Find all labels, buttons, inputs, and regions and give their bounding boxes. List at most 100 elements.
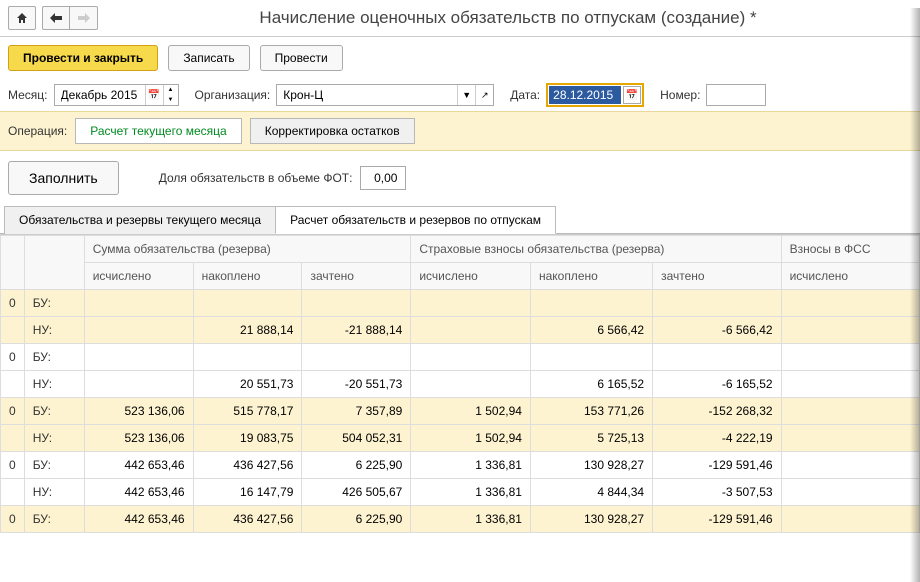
operation-label: Операция: xyxy=(8,124,67,138)
cell-value: 426 505,67 xyxy=(302,479,411,506)
calendar-icon[interactable]: 📅 xyxy=(623,86,641,104)
cell-value: 442 653,46 xyxy=(84,479,193,506)
cell-value xyxy=(781,506,919,533)
cell-value xyxy=(193,344,302,371)
month-input[interactable] xyxy=(55,85,145,105)
cell-value: 1 336,81 xyxy=(411,452,531,479)
cell-zero: 0 xyxy=(1,398,25,425)
cell-value: 1 336,81 xyxy=(411,479,531,506)
cell-value xyxy=(84,344,193,371)
dropdown-icon[interactable]: ▼ xyxy=(457,85,475,105)
cell-value: 1 502,94 xyxy=(411,398,531,425)
tab-current-month[interactable]: Обязательства и резервы текущего месяца xyxy=(4,206,276,234)
cell-value: 1 502,94 xyxy=(411,425,531,452)
table-row[interactable]: 0 БУ: xyxy=(1,290,920,317)
cell-label: НУ: xyxy=(24,425,84,452)
col-group-insurance: Страховые взносы обязательства (резерва) xyxy=(411,236,781,263)
open-icon[interactable]: ↗ xyxy=(475,85,493,105)
cell-value: 16 147,79 xyxy=(193,479,302,506)
fill-button[interactable]: Заполнить xyxy=(8,161,119,195)
cell-value: -152 268,32 xyxy=(653,398,782,425)
cell-value xyxy=(781,452,919,479)
month-label: Месяц: xyxy=(8,88,48,102)
cell-value: 436 427,56 xyxy=(193,506,302,533)
cell-zero xyxy=(1,317,25,344)
op-adjust-button[interactable]: Корректировка остатков xyxy=(250,118,415,144)
org-label: Организация: xyxy=(195,88,271,102)
cell-zero: 0 xyxy=(1,506,25,533)
share-input[interactable] xyxy=(360,166,406,190)
org-field[interactable]: ▼ ↗ xyxy=(276,84,494,106)
table-row[interactable]: НУ: 523 136,06 19 083,75 504 052,31 1 50… xyxy=(1,425,920,452)
cell-value xyxy=(781,398,919,425)
cell-value xyxy=(302,344,411,371)
table-row[interactable]: 0 БУ: 442 653,46 436 427,56 6 225,90 1 3… xyxy=(1,452,920,479)
cell-value xyxy=(530,290,652,317)
cell-value: 130 928,27 xyxy=(530,506,652,533)
number-input[interactable] xyxy=(706,84,766,106)
table-row[interactable]: НУ: 21 888,14 -21 888,14 6 566,42 -6 566… xyxy=(1,317,920,344)
post-button[interactable]: Провести xyxy=(260,45,343,71)
col-calc3: исчислено xyxy=(781,263,919,290)
cell-value xyxy=(781,317,919,344)
cell-value xyxy=(411,371,531,398)
table-row[interactable]: НУ: 20 551,73 -20 551,73 6 165,52 -6 165… xyxy=(1,371,920,398)
cell-value: 6 165,52 xyxy=(530,371,652,398)
cell-value: 523 136,06 xyxy=(84,398,193,425)
date-label: Дата: xyxy=(510,88,540,102)
cell-value: 153 771,26 xyxy=(530,398,652,425)
cell-value xyxy=(781,371,919,398)
cell-value xyxy=(781,290,919,317)
month-down-icon[interactable]: ▼ xyxy=(164,95,178,105)
cell-value: 515 778,17 xyxy=(193,398,302,425)
month-up-icon[interactable]: ▲ xyxy=(164,85,178,95)
cell-value xyxy=(653,344,782,371)
table-row[interactable]: 0 БУ: 523 136,06 515 778,17 7 357,89 1 5… xyxy=(1,398,920,425)
cell-value: 504 052,31 xyxy=(302,425,411,452)
cell-value: 6 225,90 xyxy=(302,506,411,533)
cell-value: 20 551,73 xyxy=(193,371,302,398)
number-label: Номер: xyxy=(660,88,700,102)
post-and-close-button[interactable]: Провести и закрыть xyxy=(8,45,158,71)
cell-label: БУ: xyxy=(24,290,84,317)
cell-label: БУ: xyxy=(24,506,84,533)
op-calc-button[interactable]: Расчет текущего месяца xyxy=(75,118,241,144)
cell-value: -20 551,73 xyxy=(302,371,411,398)
table-row[interactable]: 0 БУ: 442 653,46 436 427,56 6 225,90 1 3… xyxy=(1,506,920,533)
cell-value: 442 653,46 xyxy=(84,452,193,479)
table-row[interactable]: 0 БУ: xyxy=(1,344,920,371)
tab-calculation[interactable]: Расчет обязательств и резервов по отпуск… xyxy=(275,206,556,234)
back-button[interactable] xyxy=(42,6,70,30)
col-acc2: накоплено xyxy=(530,263,652,290)
col-calc: исчислено xyxy=(84,263,193,290)
cell-value xyxy=(84,371,193,398)
cell-zero xyxy=(1,371,25,398)
cell-value xyxy=(653,290,782,317)
cell-label: НУ: xyxy=(24,317,84,344)
cell-value xyxy=(411,344,531,371)
cell-value xyxy=(781,479,919,506)
org-input[interactable] xyxy=(277,85,457,105)
date-input[interactable] xyxy=(549,86,621,104)
cell-value xyxy=(84,317,193,344)
cell-value: 436 427,56 xyxy=(193,452,302,479)
cell-value: -6 566,42 xyxy=(653,317,782,344)
cell-value: 6 566,42 xyxy=(530,317,652,344)
save-button[interactable]: Записать xyxy=(168,45,249,71)
cell-value: 19 083,75 xyxy=(193,425,302,452)
cell-zero: 0 xyxy=(1,290,25,317)
forward-button[interactable] xyxy=(70,6,98,30)
month-field[interactable]: 📅 ▲ ▼ xyxy=(54,84,179,106)
cell-value xyxy=(302,290,411,317)
col-group-fss: Взносы в ФСС xyxy=(781,236,919,263)
calendar-icon[interactable]: 📅 xyxy=(145,85,163,105)
col-group-sum: Сумма обязательства (резерва) xyxy=(84,236,411,263)
table-row[interactable]: НУ: 442 653,46 16 147,79 426 505,67 1 33… xyxy=(1,479,920,506)
home-button[interactable] xyxy=(8,6,36,30)
date-field[interactable]: 📅 xyxy=(546,83,644,107)
cell-value: 6 225,90 xyxy=(302,452,411,479)
cell-value xyxy=(84,290,193,317)
cell-value: -6 165,52 xyxy=(653,371,782,398)
cell-label: НУ: xyxy=(24,479,84,506)
col-acc: накоплено xyxy=(193,263,302,290)
